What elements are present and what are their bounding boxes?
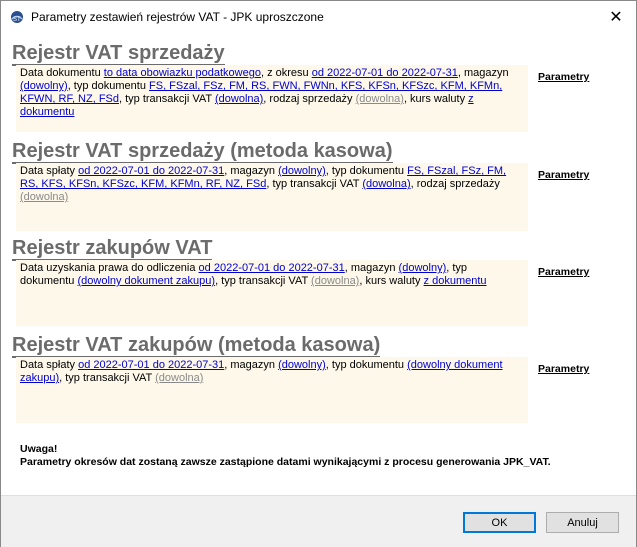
title-bar: ST Parametry zestawień rejestrów VAT - J… xyxy=(1,1,636,33)
window-title: Parametry zestawień rejestrów VAT - JPK … xyxy=(31,10,324,24)
section-description: Data dokumentu to data obowiazku podatko… xyxy=(16,65,528,132)
period-link[interactable]: od 2022-07-01 do 2022-07-31 xyxy=(199,262,345,274)
exchange-rate-link[interactable]: z dokumentu xyxy=(424,275,487,287)
document-type-link[interactable]: (dowolny dokument zakupu) xyxy=(77,275,215,287)
sale-kind-link[interactable]: (dowolna) xyxy=(356,93,404,105)
section-purchase-register-cash: Rejestr VAT zakupów (metoda kasowa) Data… xyxy=(12,333,532,423)
vat-transaction-type-link[interactable]: (dowolna) xyxy=(215,93,263,105)
period-link[interactable]: od 2022-07-01 do 2022-07-31 xyxy=(312,67,458,79)
parameters-link-purchase[interactable]: Parametry xyxy=(538,266,589,278)
section-title: Rejestr VAT sprzedaży (metoda kasowa) xyxy=(12,140,393,164)
section-sales-register-cash: Rejestr VAT sprzedaży (metoda kasowa) Da… xyxy=(12,139,532,231)
app-icon: ST xyxy=(11,11,23,23)
warehouse-link[interactable]: (dowolny) xyxy=(278,165,326,177)
section-title: Rejestr VAT sprzedaży xyxy=(12,42,225,66)
section-description: Data spłaty od 2022-07-01 do 2022-07-31,… xyxy=(16,357,528,423)
period-link[interactable]: od 2022-07-01 do 2022-07-31 xyxy=(78,165,224,177)
note-heading: Uwaga! xyxy=(20,443,58,455)
dialog-content: Rejestr VAT sprzedaży Data dokumentu to … xyxy=(2,33,635,495)
dialog-window: ST Parametry zestawień rejestrów VAT - J… xyxy=(0,0,637,547)
tax-date-link[interactable]: to data obowiazku podatkowego xyxy=(104,67,261,79)
warehouse-link[interactable]: (dowolny) xyxy=(20,80,68,92)
cancel-button[interactable]: Anuluj xyxy=(546,512,619,533)
section-sales-register: Rejestr VAT sprzedaży Data dokumentu to … xyxy=(12,41,532,132)
parameters-link-sales-cash[interactable]: Parametry xyxy=(538,169,589,181)
vat-transaction-type-link[interactable]: (dowolna) xyxy=(362,178,410,190)
close-icon: ✕ xyxy=(609,9,623,26)
section-description: Data spłaty od 2022-07-01 do 2022-07-31,… xyxy=(16,163,528,231)
dialog-footer: OK Anuluj xyxy=(1,495,636,547)
section-purchase-register: Rejestr zakupów VAT Data uzyskania prawa… xyxy=(12,236,532,326)
note-text: Parametry okresów dat zostaną zawsze zas… xyxy=(20,456,551,468)
ok-button[interactable]: OK xyxy=(463,512,536,533)
section-description: Data uzyskania prawa do odliczenia od 20… xyxy=(16,260,528,326)
parameters-link-purchase-cash[interactable]: Parametry xyxy=(538,363,589,375)
period-link[interactable]: od 2022-07-01 do 2022-07-31 xyxy=(78,359,224,371)
parameters-link-sales[interactable]: Parametry xyxy=(538,71,589,83)
sale-kind-link[interactable]: (dowolna) xyxy=(20,191,68,203)
note-block: Uwaga! Parametry okresów dat zostaną zaw… xyxy=(20,443,551,469)
close-button[interactable]: ✕ xyxy=(596,1,636,33)
vat-transaction-type-link[interactable]: (dowolna) xyxy=(311,275,359,287)
warehouse-link[interactable]: (dowolny) xyxy=(278,359,326,371)
vat-transaction-type-link[interactable]: (dowolna) xyxy=(155,372,203,384)
section-title: Rejestr VAT zakupów (metoda kasowa) xyxy=(12,334,381,358)
svg-text:ST: ST xyxy=(13,17,21,23)
section-title: Rejestr zakupów VAT xyxy=(12,237,213,261)
warehouse-link[interactable]: (dowolny) xyxy=(399,262,447,274)
